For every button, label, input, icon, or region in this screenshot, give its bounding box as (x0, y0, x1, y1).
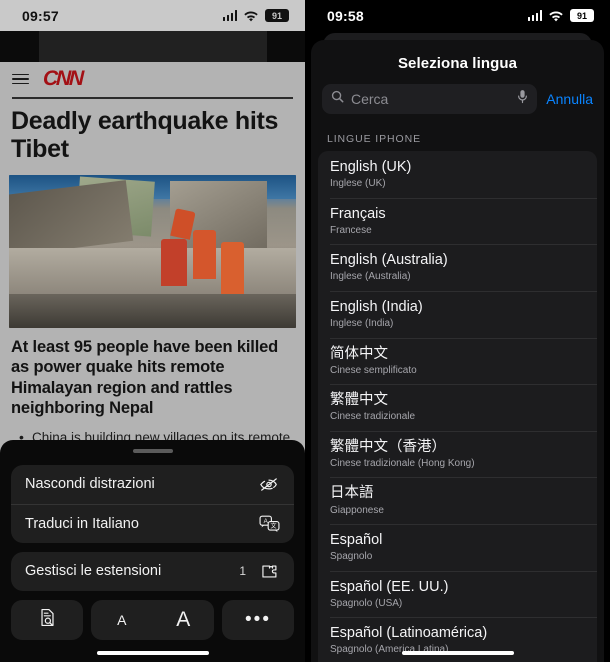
language-italian-name: Cinese tradizionale (Hong Kong) (330, 457, 475, 469)
search-placeholder: Cerca (351, 91, 389, 107)
language-native-name: Español (330, 532, 383, 548)
list-item[interactable]: 繁體中文 Cinese tradizionale (318, 384, 597, 431)
right-phone-screen: 09:58 91 Seleziona lingua Cerca Annulla … (305, 0, 610, 662)
eye-slash-icon (258, 474, 280, 494)
status-time: 09:58 (327, 7, 364, 24)
menu-toolbar: A A ••• (11, 599, 294, 640)
language-list: English (UK) Inglese (UK) Français Franc… (318, 151, 597, 662)
menu-item-label: Gestisci le estensioni (25, 563, 162, 579)
dual-screenshot: 09:57 91 CNN Deadly earthquake hits Tibe… (0, 0, 610, 662)
search-row: Cerca Annulla (311, 72, 604, 114)
language-native-name: Français (330, 205, 386, 222)
article-subheadline: At least 95 people have been killed as p… (11, 337, 279, 418)
menu-group-primary: Nascondi distrazioni Traduci in Italiano… (11, 464, 294, 543)
cellular-bars-icon (222, 10, 237, 21)
language-italian-name: Spagnolo (330, 551, 373, 563)
list-item[interactable]: English (India) Inglese (India) (318, 290, 597, 338)
language-native-name: 日本語 (330, 485, 374, 502)
header-divider (12, 97, 293, 99)
language-native-name: Español (Latinoamérica) (330, 625, 488, 642)
sheet-title: Seleziona lingua (397, 55, 518, 72)
status-indicators: 91 (222, 9, 289, 22)
status-bar-left: 09:57 91 (0, 0, 305, 31)
language-native-name: Español (EE. UU.) (330, 578, 449, 595)
text-size-controls: A A (91, 599, 215, 640)
left-phone-screen: 09:57 91 CNN Deadly earthquake hits Tibe… (0, 0, 305, 662)
language-italian-name: Giapponese (330, 504, 384, 516)
increase-text-size-button[interactable]: A (153, 608, 215, 632)
language-native-name: 繁體中文 (330, 392, 388, 409)
language-italian-name: Cinese semplificato (330, 364, 417, 376)
language-italian-name: Cinese tradizionale (330, 411, 416, 423)
language-native-name: 简体中文 (330, 345, 388, 362)
search-input[interactable]: Cerca (322, 84, 538, 114)
page-title: Deadly earthquake hits Tibet (11, 106, 279, 164)
battery-icon: 91 (570, 9, 594, 22)
page-settings-menu: Nascondi distrazioni Traduci in Italiano… (0, 439, 305, 662)
list-item[interactable]: English (UK) Inglese (UK) (318, 151, 597, 198)
cellular-bars-icon (527, 10, 542, 21)
language-italian-name: Spagnolo (USA) (330, 597, 403, 609)
list-item[interactable]: English (Australia) Inglese (Australia) (318, 244, 597, 291)
sheet-grabber[interactable] (132, 448, 173, 453)
microphone-icon[interactable] (517, 89, 528, 109)
article-photo (9, 174, 296, 328)
menu-item-label: Nascondi distrazioni (25, 476, 155, 492)
language-picker-sheet: Seleziona lingua Cerca Annulla LINGUE IP… (311, 40, 604, 662)
site-header: CNN (9, 62, 296, 96)
menu-item-translate[interactable]: Traduci in Italiano A 文 (11, 503, 294, 543)
menu-item-manage-extensions[interactable]: Gestisci le estensioni 1 (11, 552, 294, 591)
language-italian-name: Francese (330, 224, 372, 236)
cnn-logo[interactable]: CNN (43, 67, 83, 91)
ellipsis-icon: ••• (245, 609, 271, 630)
section-header: LINGUE IPHONE (327, 133, 421, 145)
cancel-button[interactable]: Annulla (546, 91, 593, 107)
extensions-count: 1 (239, 564, 246, 578)
list-item[interactable]: Español (Latinoamérica) Spagnolo (Americ… (318, 617, 597, 662)
wifi-icon (243, 10, 259, 22)
language-italian-name: Inglese (UK) (330, 178, 386, 190)
menu-group-extensions: Gestisci le estensioni 1 (11, 551, 294, 591)
find-on-page-button[interactable] (11, 599, 83, 640)
wifi-icon (548, 10, 564, 22)
browser-chrome-band (0, 31, 305, 62)
status-bar-right: 09:58 91 (305, 0, 610, 31)
list-item[interactable]: Français Francese (318, 197, 597, 245)
more-options-button[interactable]: ••• (222, 599, 294, 640)
battery-icon: 91 (265, 9, 289, 22)
home-indicator (401, 650, 514, 655)
list-item[interactable]: Español (EE. UU.) Spagnolo (USA) (318, 570, 597, 618)
list-item[interactable]: 繁體中文（香港） Cinese tradizionale (Hong Kong) (318, 430, 597, 478)
language-native-name: English (India) (330, 298, 423, 315)
hamburger-menu-icon[interactable] (12, 73, 29, 85)
svg-text:文: 文 (270, 522, 276, 530)
language-native-name: English (UK) (330, 159, 412, 175)
list-item[interactable]: Español Spagnolo (318, 524, 597, 571)
home-indicator (96, 650, 209, 655)
magnifier-icon (331, 90, 344, 108)
list-item[interactable]: 简体中文 Cinese semplificato (318, 337, 597, 385)
language-native-name: 繁體中文（香港） (330, 438, 446, 455)
status-indicators: 91 (527, 9, 594, 22)
list-item[interactable]: 日本語 Giapponese (318, 477, 597, 524)
decrease-text-size-button[interactable]: A (91, 612, 153, 628)
page-search-icon (39, 608, 56, 632)
language-italian-name: Inglese (India) (330, 318, 394, 329)
menu-item-hide-distractions[interactable]: Nascondi distrazioni (11, 465, 294, 504)
translate-icon: A 文 (258, 514, 280, 534)
language-native-name: English (Australia) (330, 252, 448, 269)
puzzle-piece-icon (258, 561, 280, 581)
menu-item-label: Traduci in Italiano (25, 515, 139, 532)
status-time: 09:57 (22, 7, 59, 24)
language-italian-name: Inglese (Australia) (330, 271, 411, 283)
